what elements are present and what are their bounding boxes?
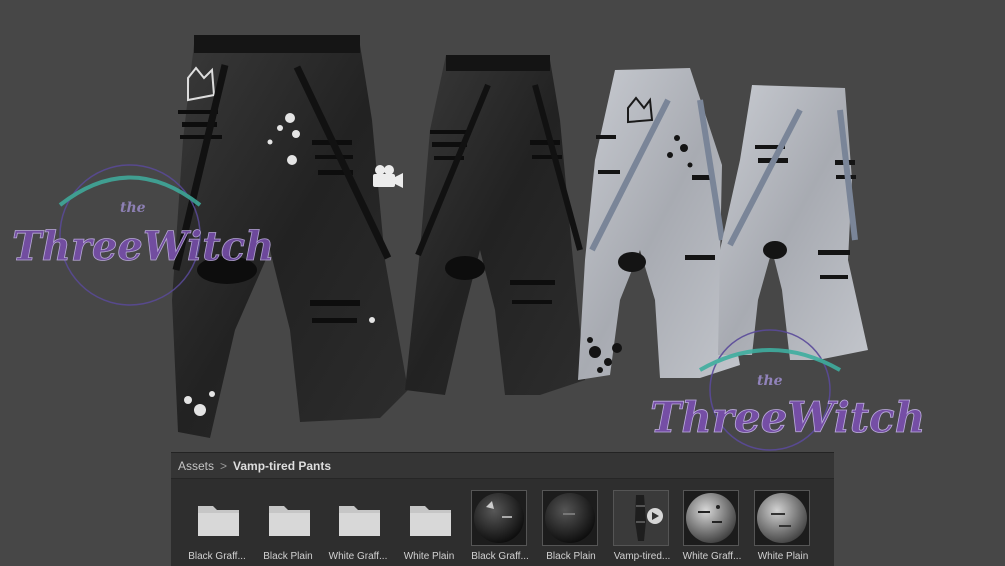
asset-folder-black-plain[interactable]: Black Plain xyxy=(246,487,316,563)
watermark-brand-text: ThreeWitch xyxy=(12,223,274,270)
breadcrumb-current[interactable]: Vamp-tired Pants xyxy=(233,459,331,473)
pants-white-graffiti xyxy=(578,68,740,380)
play-icon[interactable] xyxy=(647,508,663,524)
camera-icon[interactable] xyxy=(369,163,405,191)
asset-folder-black-graffiti[interactable]: Black Graff... xyxy=(175,487,246,563)
asset-folder-white-plain[interactable]: White Plain xyxy=(387,487,457,563)
material-sphere-icon xyxy=(471,490,527,546)
watermark-small-text: the xyxy=(757,373,783,389)
asset-material-white-plain[interactable]: White Plain xyxy=(741,487,811,563)
material-sphere-icon xyxy=(683,490,739,546)
asset-label: White Plain xyxy=(757,551,809,562)
asset-grid: Black Graff... Black Plain White Graff..… xyxy=(171,483,834,563)
breadcrumb: Assets > Vamp-tired Pants xyxy=(171,453,834,479)
asset-material-black-graffiti[interactable]: Black Graff... xyxy=(458,487,529,563)
folder-icon xyxy=(188,490,246,548)
breadcrumb-separator: > xyxy=(220,458,228,473)
watermark-brand-text: ThreeWitch xyxy=(650,393,925,442)
folder-icon xyxy=(400,490,458,548)
asset-folder-white-graffiti[interactable]: White Graff... xyxy=(316,487,387,563)
folder-icon xyxy=(259,490,317,548)
asset-material-black-plain[interactable]: Black Plain xyxy=(529,487,599,563)
asset-model-vamp-tired[interactable]: Vamp-tired... xyxy=(600,487,670,563)
material-sphere-icon xyxy=(542,490,598,546)
folder-icon xyxy=(329,490,387,548)
watermark-small-text: the xyxy=(120,200,146,216)
pants-white-plain xyxy=(718,85,868,360)
asset-material-white-graffiti[interactable]: White Graff... xyxy=(670,487,741,563)
pants-black-plain xyxy=(405,55,585,395)
breadcrumb-root[interactable]: Assets xyxy=(178,459,214,473)
asset-browser-panel: Assets > Vamp-tired Pants Black Graff...… xyxy=(171,452,834,566)
material-sphere-icon xyxy=(754,490,810,546)
